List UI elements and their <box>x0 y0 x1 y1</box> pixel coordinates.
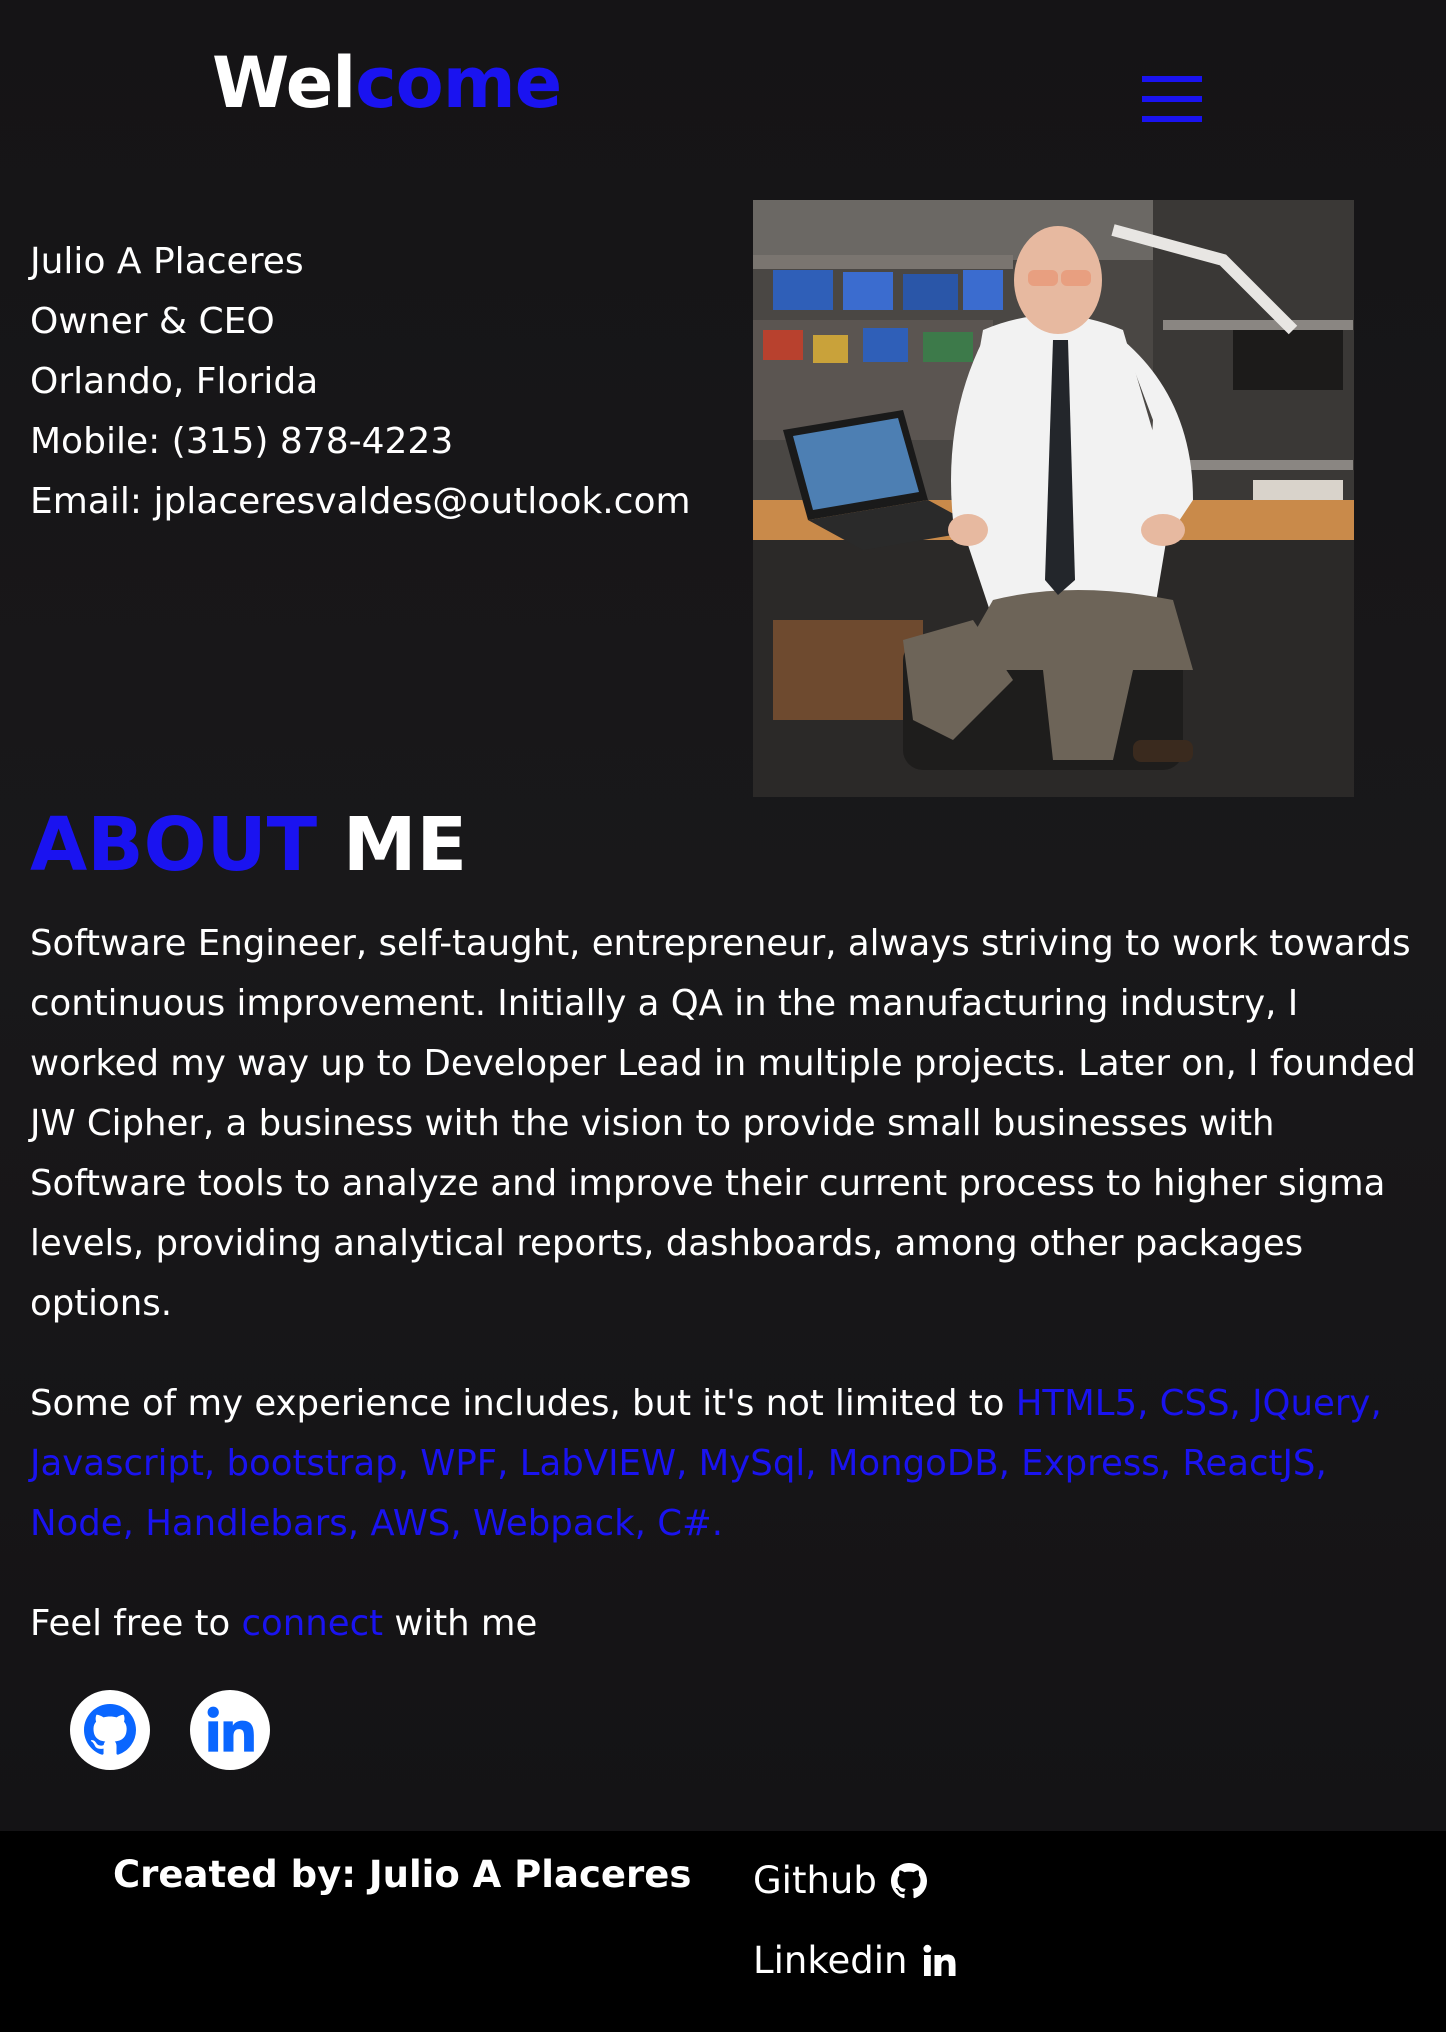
site-title-part1: Wel <box>212 42 356 124</box>
footer: Created by: Julio A Placeres Github Link… <box>0 1831 1446 2032</box>
contact-email: Email: jplaceresvaldes@outlook.com <box>30 481 691 522</box>
about-heading-part2: ME <box>342 802 468 888</box>
site-title: Welcome <box>212 48 562 118</box>
page: Welcome Julio A Placeres Owner & CEO Orl… <box>0 0 1446 1831</box>
profile-photo-illustration <box>753 200 1354 797</box>
connect-suffix: with me <box>383 1603 538 1644</box>
experience-prefix: Some of my experience includes, but it's… <box>30 1383 1016 1424</box>
linkedin-icon <box>923 1944 956 1976</box>
experience-paragraph: Some of my experience includes, but it's… <box>30 1374 1425 1554</box>
connect-link[interactable]: connect <box>242 1603 384 1644</box>
footer-credit: Created by: Julio A Placeres <box>113 1853 692 1896</box>
profile-photo <box>753 200 1354 797</box>
contact-location: Orlando, Florida <box>30 361 319 402</box>
contact-name: Julio A Placeres <box>30 241 304 282</box>
hamburger-bar <box>1142 76 1202 82</box>
connect-prefix: Feel free to <box>30 1603 242 1644</box>
github-icon <box>84 1704 136 1755</box>
contact-mobile: Mobile: (315) 878-4223 <box>30 421 454 462</box>
linkedin-icon <box>207 1706 254 1752</box>
about-me-heading: ABOUT ME <box>30 808 467 882</box>
contact-info: Julio A Placeres Owner & CEO Orlando, Fl… <box>30 232 691 532</box>
linkedin-social-button[interactable] <box>190 1690 270 1770</box>
footer-github-label: Github <box>753 1859 877 1902</box>
site-title-part2: come <box>355 42 562 124</box>
hamburger-bar <box>1142 116 1202 122</box>
footer-linkedin-label: Linkedin <box>753 1939 908 1982</box>
hamburger-bar <box>1142 96 1202 102</box>
connect-line: Feel free to connect with me <box>30 1594 537 1654</box>
github-icon <box>890 1862 927 1898</box>
footer-github-link[interactable]: Github <box>753 1859 927 1902</box>
footer-linkedin-link[interactable]: Linkedin <box>753 1939 957 1982</box>
contact-title: Owner & CEO <box>30 301 275 342</box>
github-social-button[interactable] <box>70 1690 150 1770</box>
about-paragraph: Software Engineer, self-taught, entrepre… <box>30 923 1416 1324</box>
about-heading-part1: ABOUT <box>30 802 318 888</box>
hamburger-menu-icon[interactable] <box>1140 72 1204 126</box>
